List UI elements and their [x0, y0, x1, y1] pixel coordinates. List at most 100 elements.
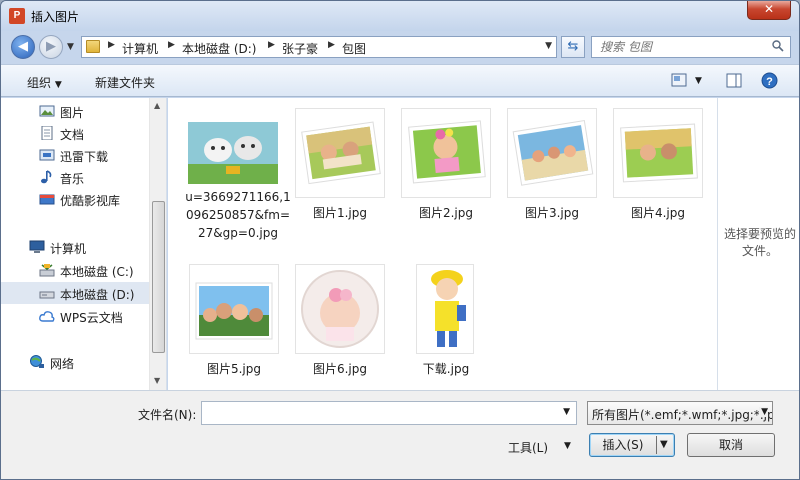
cartoon-goats-image: [188, 122, 278, 184]
navigation-pane: 图片 文档 迅雷下载 音乐 优酷影视库 计算机 本地磁盘 (C:) 本地磁盘 (…: [1, 98, 167, 390]
sidebar-item-label: 图片: [60, 106, 85, 120]
network-icon: [30, 355, 44, 368]
breadcrumb-drive-d[interactable]: 本地磁盘 (D:): [182, 40, 256, 57]
documents-icon: [41, 126, 53, 140]
cartoon-kid-image: [417, 265, 473, 353]
sidebar-item-drive-d[interactable]: 本地磁盘 (D:): [1, 282, 149, 304]
sidebar-item-wps-cloud[interactable]: WPS云文档: [1, 305, 149, 327]
cancel-button[interactable]: 取消: [687, 433, 775, 457]
sidebar-item-label: 迅雷下载: [60, 150, 109, 164]
sidebar-item-youku-library[interactable]: 优酷影视库: [1, 188, 149, 210]
new-folder-button[interactable]: 新建文件夹: [95, 74, 155, 91]
youku-library-icon: [39, 194, 55, 205]
address-bar[interactable]: ▶ 计算机 ▶ 本地磁盘 (D:) ▶ 张子豪 ▶ 包图 ▼: [81, 36, 557, 58]
file-thumbnail: [416, 264, 474, 354]
back-button[interactable]: ◀: [11, 35, 35, 59]
recent-pages-dropdown[interactable]: ▼: [67, 42, 74, 52]
insert-options-dropdown[interactable]: ▼: [660, 434, 668, 456]
file-item[interactable]: 图片2.jpg: [391, 108, 491, 228]
chevron-down-icon[interactable]: ▼: [759, 407, 768, 417]
file-thumbnail: [401, 108, 491, 198]
file-item[interactable]: 图片1.jpg: [285, 108, 385, 228]
title-bar: P 插入图片 ✕: [1, 1, 799, 31]
thunder-download-icon: [39, 149, 55, 161]
scrollbar-thumb[interactable]: [152, 201, 165, 353]
file-thumbnail: [507, 108, 597, 198]
drive-d-icon: [39, 291, 55, 299]
sidebar-item-documents[interactable]: 文档: [1, 122, 149, 144]
chevron-right-icon[interactable]: ▶: [328, 40, 335, 50]
file-name: 图片2.jpg: [418, 206, 474, 220]
insert-label: 插入(S): [602, 438, 644, 452]
file-item[interactable]: 图片6.jpg: [285, 264, 385, 384]
forward-button[interactable]: ▶: [39, 35, 63, 59]
insert-button[interactable]: 插入(S) ▼: [589, 433, 675, 457]
file-type-value: 所有图片(*.emf;*.wmf;*.jpg;*.jp: [592, 408, 773, 422]
file-name: 下载.jpg: [422, 362, 470, 376]
chevron-down-icon[interactable]: ▼: [563, 407, 570, 417]
group-photo-image: [195, 282, 273, 340]
preview-pane: 选择要预览的文件。: [717, 98, 799, 390]
file-item[interactable]: 图片3.jpg: [497, 108, 597, 228]
split-divider: [656, 436, 657, 454]
chevron-right-icon[interactable]: ▶: [168, 40, 175, 50]
breadcrumb-user-folder[interactable]: 张子豪: [282, 40, 318, 57]
chevron-down-icon[interactable]: ▼: [564, 441, 571, 451]
dialog-footer: 文件名(N): ▼ 所有图片(*.emf;*.wmf;*.jpg;*.jp ▼ …: [1, 390, 799, 479]
music-icon: [41, 170, 52, 184]
file-item[interactable]: 下载.jpg: [391, 264, 491, 384]
sidebar-item-thunder-download[interactable]: 迅雷下载: [1, 144, 149, 166]
file-name: 图片1.jpg: [312, 206, 368, 220]
change-view-icon[interactable]: [671, 73, 687, 87]
preview-pane-icon[interactable]: [726, 73, 742, 88]
search-input[interactable]: [592, 37, 768, 57]
search-box[interactable]: [591, 36, 791, 58]
sidebar-item-label: 音乐: [60, 172, 85, 186]
sidebar-item-pictures[interactable]: 图片: [1, 100, 149, 122]
folder-icon: [86, 40, 100, 53]
scroll-up-arrow[interactable]: ▲: [154, 101, 160, 110]
file-name: u=3669271166,1096250857&fm=27&gp=0.jpg: [185, 190, 291, 240]
sidebar-item-network[interactable]: 网络: [1, 351, 149, 373]
file-thumbnail: [295, 108, 385, 198]
address-dropdown-icon[interactable]: ▼: [545, 41, 552, 51]
tools-button[interactable]: 工具(L): [508, 439, 548, 456]
file-name: 图片6.jpg: [312, 362, 368, 376]
kids-photo-image: [301, 121, 381, 185]
file-item[interactable]: 图片4.jpg: [603, 108, 703, 228]
file-item[interactable]: u=3669271166,1096250857&fm=27&gp=0.jpg: [178, 110, 291, 270]
file-name: 图片4.jpg: [630, 206, 686, 220]
organize-button[interactable]: 组织 ▼: [27, 74, 62, 91]
sidebar-item-computer[interactable]: 计算机: [1, 236, 149, 258]
file-type-filter[interactable]: 所有图片(*.emf;*.wmf;*.jpg;*.jp ▼: [587, 401, 773, 425]
file-item[interactable]: 图片5.jpg: [179, 264, 279, 384]
close-button[interactable]: ✕: [747, 1, 791, 20]
window-title: 插入图片: [31, 10, 80, 24]
organize-label: 组织: [27, 76, 52, 90]
sidebar-item-label: 网络: [50, 357, 75, 371]
file-thumbnail: [188, 122, 278, 184]
sidebar-item-drive-c[interactable]: 本地磁盘 (C:): [1, 259, 149, 281]
baby-circle-image: [301, 270, 379, 348]
breadcrumb-current-folder[interactable]: 包图: [342, 40, 366, 57]
refresh-button[interactable]: ⇆: [561, 36, 585, 58]
command-toolbar: 组织 ▼ 新建文件夹 ▼ ?: [1, 64, 799, 97]
chevron-right-icon[interactable]: ▶: [268, 40, 275, 50]
navigation-scrollbar[interactable]: ▲ ▼: [149, 98, 166, 390]
filename-field[interactable]: ▼: [201, 401, 577, 425]
sidebar-item-label: 本地磁盘 (C:): [60, 265, 134, 279]
wps-cloud-icon: [39, 311, 55, 322]
file-thumbnail: [295, 264, 385, 354]
view-options-dropdown[interactable]: ▼: [695, 76, 702, 86]
navigation-bar: ◀ ▶ ▼ ▶ 计算机 ▶ 本地磁盘 (D:) ▶ 张子豪 ▶ 包图 ▼ ⇆: [1, 31, 799, 63]
girl-photo-image: [408, 120, 486, 184]
search-icon: [772, 40, 784, 52]
file-name: 图片5.jpg: [206, 362, 262, 376]
chevron-down-icon: ▼: [54, 80, 62, 90]
breadcrumb-computer[interactable]: 计算机: [122, 40, 158, 57]
file-name: 图片3.jpg: [524, 206, 580, 220]
sidebar-item-music[interactable]: 音乐: [1, 166, 149, 188]
chevron-right-icon[interactable]: ▶: [108, 40, 115, 50]
help-icon[interactable]: ?: [761, 72, 778, 89]
scroll-down-arrow[interactable]: ▼: [154, 376, 160, 385]
